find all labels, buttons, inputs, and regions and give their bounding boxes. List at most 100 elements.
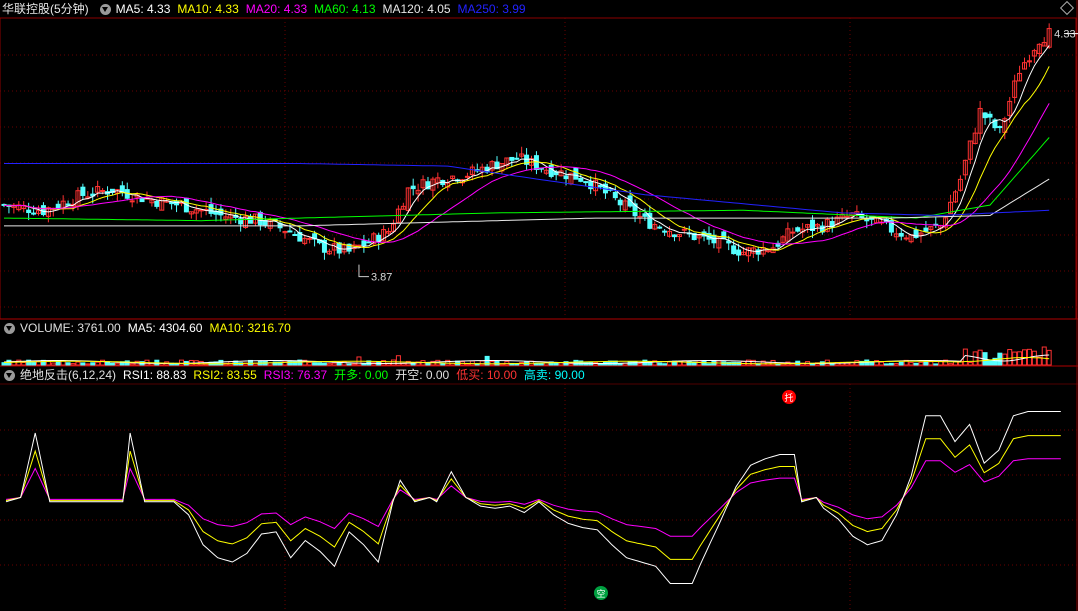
rsi-header: 绝地反击(6,12,24) RSI1: 88.83 RSI2: 83.55 RS… [0,366,592,384]
volume-bar [617,363,623,366]
candle [563,175,569,180]
volume-bar [218,359,224,366]
candle [533,155,539,171]
candle [31,212,37,215]
legend-open-long: 开多: 0.00 [334,368,389,382]
legend-open-short: 开空: 0.00 [395,368,450,382]
rsi1-line [5,411,1061,584]
candle [80,186,86,196]
indicator-name[interactable]: 绝地反击(6,12,24) [20,366,116,384]
volume-bar [109,362,115,366]
candle [366,241,372,244]
volume-bar [637,363,643,366]
candle [657,226,663,229]
legend-low-buy: 低买: 10.00 [456,368,517,382]
volume-bar [898,361,904,366]
volume-bar [883,363,889,366]
volume-bar [469,360,475,366]
legend-ma120: MA120: 4.05 [382,2,451,16]
ma250-line [4,163,1050,217]
volume-bar [100,359,106,366]
candle [356,244,362,247]
candle [287,230,293,233]
volume-bar [85,363,91,366]
volume-bar [928,361,934,366]
ma120-line [4,178,1050,227]
volume-bar [879,361,885,366]
volume-bar [282,360,288,366]
volume-bar [70,363,76,366]
legend-vol-ma10: MA10: 3216.70 [209,321,291,335]
volume-bar [1041,346,1047,366]
candle [681,228,687,231]
candle [731,245,737,255]
legend-ma20: MA20: 4.33 [245,2,308,16]
volume-bar [923,361,929,366]
buy-marker-label: 托 [784,392,793,404]
candle [26,209,32,214]
volume-bar [312,362,318,366]
chevron-down-icon[interactable] [4,369,15,381]
volume-bar [464,363,470,366]
volume-bar [538,363,544,366]
volume-bar [1012,351,1018,366]
candle [987,113,993,118]
volume-bar [706,363,712,366]
chevron-down-icon[interactable] [4,322,15,334]
volume-bar [662,363,668,366]
candle [997,126,1003,129]
volume-bar [31,362,37,366]
volume-bar [80,362,86,366]
legend-ma250: MA250: 3.99 [457,2,526,16]
candle [55,203,61,209]
volume-header: VOLUME: 3761.00 MA5: 4304.60 MA10: 3216.… [0,319,298,337]
volume-bar [1007,349,1013,366]
volume-bar [479,360,485,366]
volume-bar [321,362,327,366]
legend-high-sell: 高卖: 90.00 [523,368,585,382]
volume-bar [908,362,914,366]
volume-bar [317,362,323,366]
candle [410,185,416,190]
legend-ma5: MA5: 4.33 [115,2,171,16]
volume-bar [987,359,993,366]
candle [617,199,623,206]
volume-bar [351,363,357,366]
candle [642,213,648,217]
volume-bar [178,359,184,366]
candle [139,198,145,203]
volume-bar [972,351,978,366]
volume-bar [681,360,687,366]
candle [578,177,584,182]
volume-bar [326,363,332,366]
candle [361,240,367,247]
candle [509,156,515,161]
volume-bar [568,362,574,366]
volume-bar [967,362,973,366]
volume-bar [701,360,707,366]
volume-bar [75,361,81,366]
candle [100,190,106,193]
legend-rsi3: RSI3: 76.37 [263,368,328,382]
volume-bar [129,363,135,366]
legend-vol-ma5: MA5: 4304.60 [127,321,203,335]
legend-rsi1: RSI1: 88.83 [123,368,187,382]
candle [598,184,604,188]
volume-bar [21,361,27,366]
volume-bar [686,360,692,366]
legend-rsi2: RSI2: 83.55 [193,368,257,382]
candle [903,237,909,240]
volume-bar [95,361,101,366]
volume-bar [361,363,367,366]
stock-title[interactable]: 华联控股(5分钟) [2,0,89,18]
candle [573,167,579,180]
candle [588,181,594,190]
volume-bar [558,362,564,366]
candle [790,231,796,234]
volume-bar [390,359,396,366]
candle [40,205,46,216]
candle [755,249,761,255]
candle [514,157,520,160]
kline-chart-area[interactable]: 3.87 4.33 托空 [0,0,1078,611]
chevron-down-icon[interactable] [99,3,111,15]
